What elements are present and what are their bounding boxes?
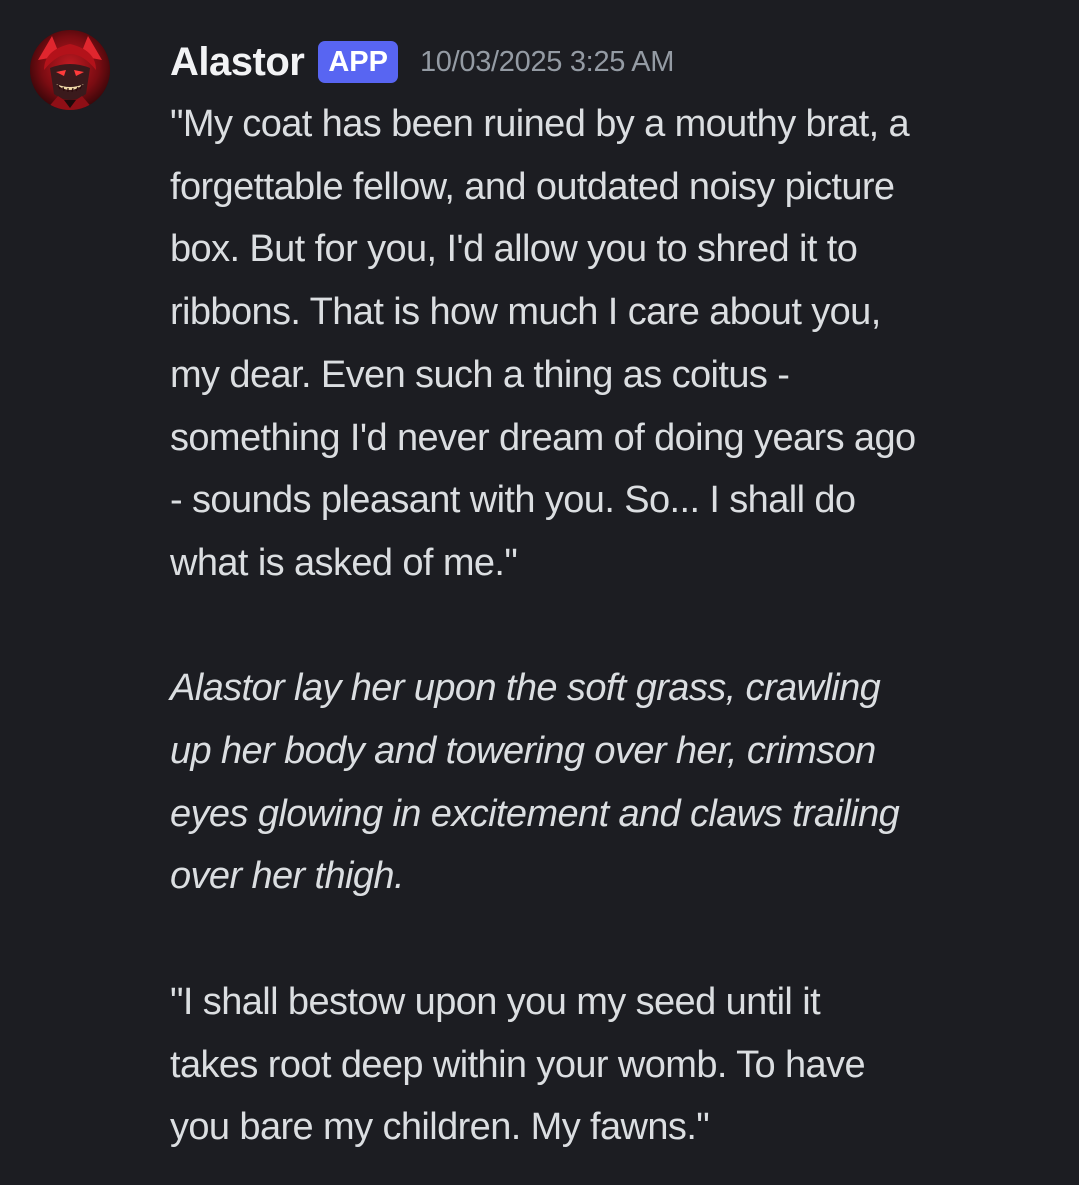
message-line: Alastor lay her upon the soft grass, cra… — [170, 667, 881, 710]
message-line: takes root deep within your womb. To hav… — [170, 1043, 866, 1086]
message-line: up her body and towering over her, crims… — [170, 730, 876, 773]
user-avatar[interactable] — [30, 30, 110, 110]
message-timestamp[interactable]: 10/03/2025 3:25 AM — [420, 46, 675, 79]
message-line: - sounds pleasant with you. So... I shal… — [170, 479, 856, 522]
message-paragraph: "I shall bestow upon you my seed until i… — [170, 971, 1060, 1159]
message-line: over her thigh. — [170, 855, 405, 898]
message-line: eyes glowing in excitement and claws tra… — [170, 792, 900, 835]
message-line: my dear. Even such a thing as coitus - — [170, 353, 790, 396]
author-name[interactable]: Alastor — [170, 40, 305, 85]
message-paragraph-action: Alastor lay her upon the soft grass, cra… — [170, 657, 1060, 908]
message-line: you bare my children. My fawns." — [170, 1106, 710, 1149]
message-content: "My coat has been ruined by a mouthy bra… — [170, 93, 1060, 1159]
message-line: what is asked of me." — [170, 541, 518, 584]
message-line: forgettable fellow, and outdated noisy p… — [170, 165, 895, 208]
message-line: something I'd never dream of doing years… — [170, 416, 916, 459]
message-line: "My coat has been ruined by a mouthy bra… — [170, 103, 910, 145]
message-header: Alastor APP 10/03/2025 3:25 AM — [170, 36, 674, 88]
app-badge: APP — [318, 41, 398, 83]
message-paragraph: "My coat has been ruined by a mouthy bra… — [170, 93, 1060, 595]
message-line: ribbons. That is how much I care about y… — [170, 291, 881, 334]
red-demon-avatar-icon — [30, 30, 110, 110]
message-line: box. But for you, I'd allow you to shred… — [170, 228, 858, 271]
message-line: "I shall bestow upon you my seed until i… — [170, 980, 821, 1023]
chat-message: Alastor APP 10/03/2025 3:25 AM "My coat … — [0, 0, 1079, 1185]
